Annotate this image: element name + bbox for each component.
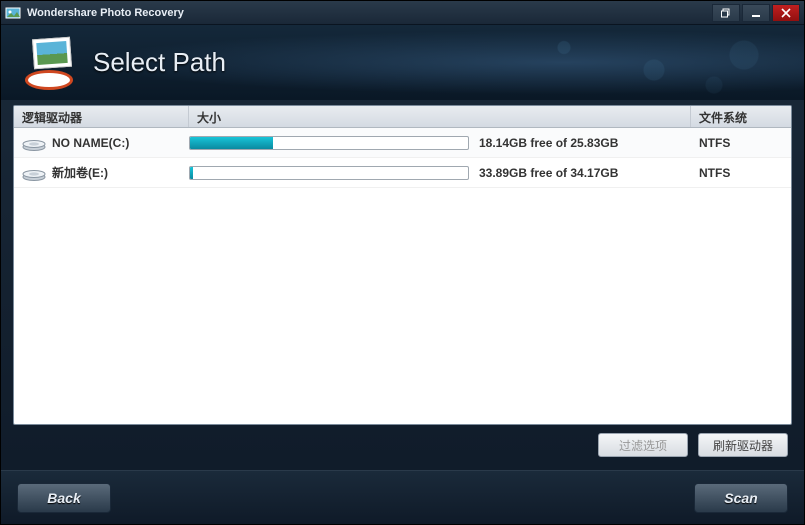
table-body: NO NAME(C:)18.14GB free of 25.83GBNTFS新加… xyxy=(14,128,791,188)
app-window: Wondershare Photo Recovery Select Path 逻… xyxy=(0,0,805,525)
drive-name: NO NAME(C:) xyxy=(52,136,129,150)
close-button[interactable] xyxy=(772,4,800,22)
table-row[interactable]: 新加卷(E:) 33.89GB free of 34.17GB NTFS xyxy=(14,158,791,188)
drive-free-text: 18.14GB free of 25.83GB xyxy=(479,136,618,150)
drive-table: 逻辑驱动器 大小 文件系统 NO NAME(C:) 18.14GB free of… xyxy=(13,105,792,425)
filter-button[interactable]: 过滤选项 xyxy=(598,433,688,457)
scan-button[interactable]: Scan xyxy=(694,483,788,513)
header-icon xyxy=(19,36,79,90)
minimize-button[interactable] xyxy=(742,4,770,22)
drive-name-cell: NO NAME(C:) xyxy=(14,135,189,151)
footer: Back Scan xyxy=(1,470,804,524)
column-size[interactable]: 大小 xyxy=(189,106,691,127)
refresh-button[interactable]: 刷新驱动器 xyxy=(698,433,788,457)
drive-filesystem: NTFS xyxy=(691,166,791,180)
sub-button-bar: 过滤选项 刷新驱动器 xyxy=(598,433,788,457)
titlebar-title: Wondershare Photo Recovery xyxy=(27,7,712,19)
table-header: 逻辑驱动器 大小 文件系统 xyxy=(14,106,791,128)
drive-icon xyxy=(22,135,46,151)
table-row[interactable]: NO NAME(C:) 18.14GB free of 25.83GB NTFS xyxy=(14,128,791,158)
app-icon xyxy=(5,5,21,21)
drive-name-cell: 新加卷(E:) xyxy=(14,164,189,181)
window-controls xyxy=(712,4,800,22)
page-header: Select Path xyxy=(1,25,804,100)
drive-free-text: 33.89GB free of 34.17GB xyxy=(479,166,618,180)
usage-bar xyxy=(189,166,469,180)
column-filesystem[interactable]: 文件系统 xyxy=(691,106,791,127)
column-name[interactable]: 逻辑驱动器 xyxy=(14,106,189,127)
usage-bar xyxy=(189,136,469,150)
restore-button[interactable] xyxy=(712,4,740,22)
titlebar: Wondershare Photo Recovery xyxy=(1,1,804,25)
page-title: Select Path xyxy=(93,47,226,78)
drive-size-cell: 18.14GB free of 25.83GB xyxy=(189,136,691,150)
drive-name: 新加卷(E:) xyxy=(52,164,108,181)
drive-filesystem: NTFS xyxy=(691,136,791,150)
drive-icon xyxy=(22,165,46,181)
back-button[interactable]: Back xyxy=(17,483,111,513)
drive-size-cell: 33.89GB free of 34.17GB xyxy=(189,166,691,180)
